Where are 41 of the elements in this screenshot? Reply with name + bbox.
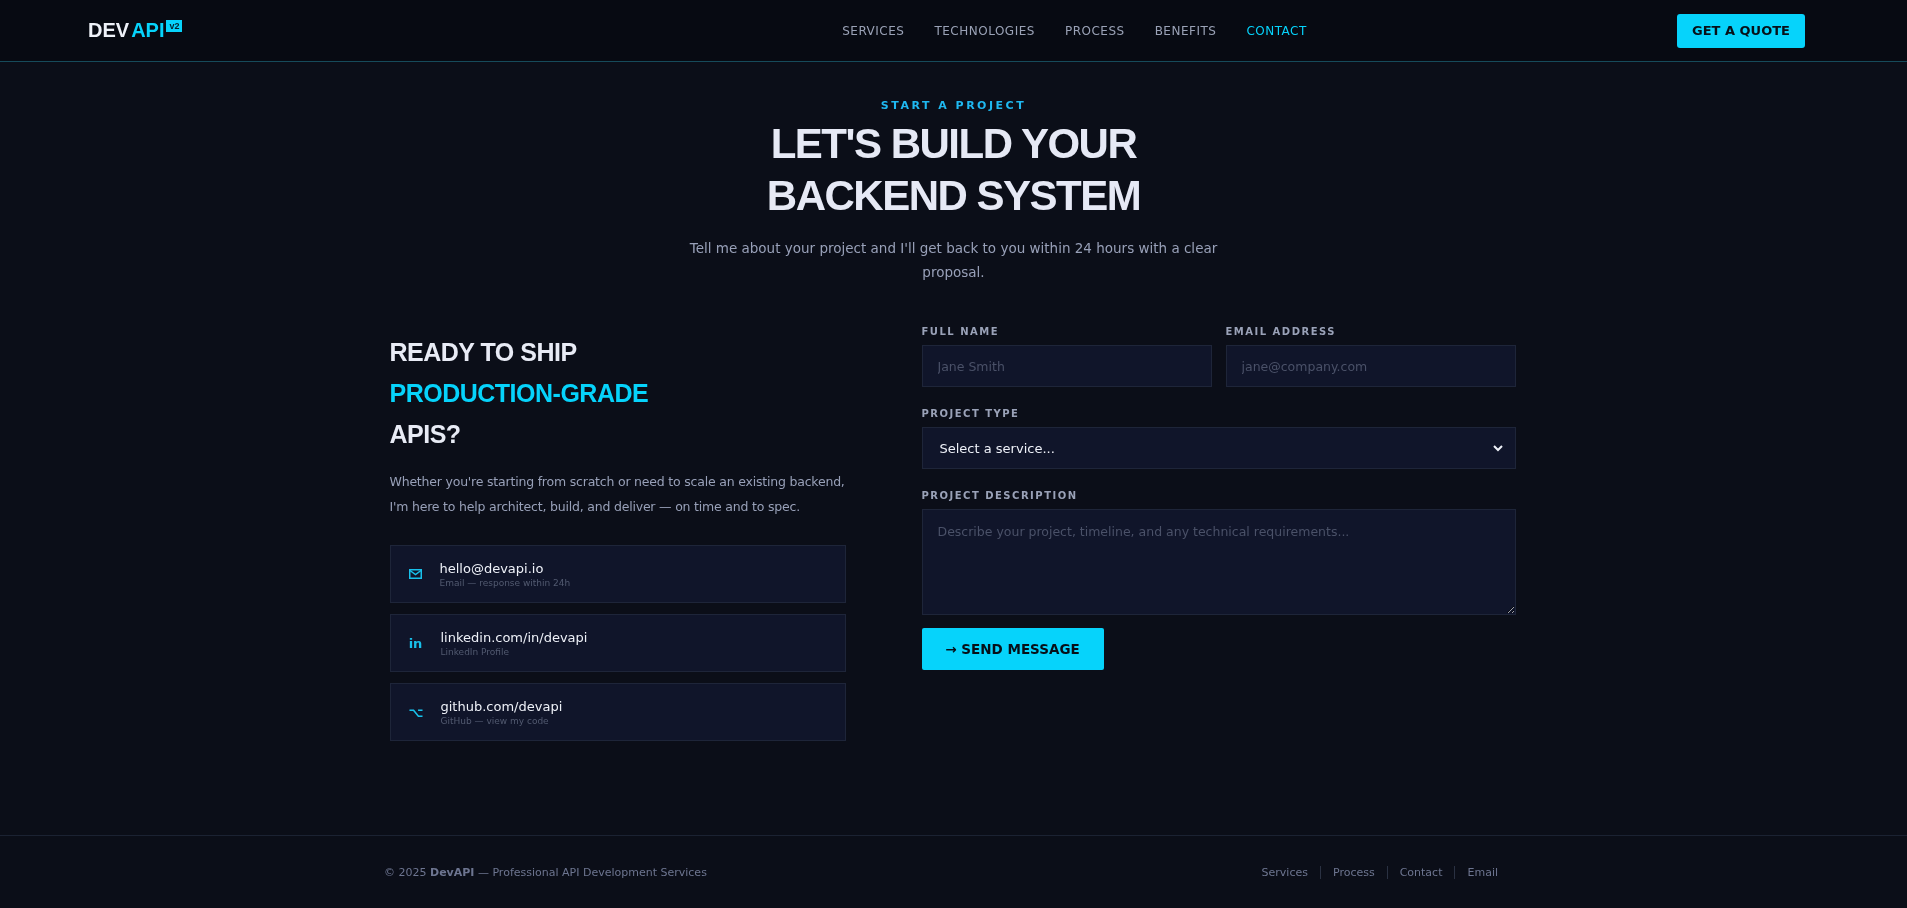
- copyright-text: © 2025 DevAPI — Professional API Development Services: [384, 865, 707, 879]
- field-label: EMAIL ADDRESS: [1225, 326, 1337, 337]
- nav-link[interactable]: BENEFITS: [1154, 23, 1217, 38]
- heading-line: APIS?: [389, 419, 462, 450]
- mail-icon: [408, 569, 422, 579]
- section-subtitle: Tell me about your project and I'll get back to you within 24 hours with a clear proposal.: [688, 239, 1219, 282]
- footer-link[interactable]: Email: [1454, 865, 1510, 879]
- linkedin-icon: in: [408, 635, 423, 651]
- nav-link[interactable]: PROCESS: [1064, 23, 1125, 38]
- name-field[interactable]: Jane Smith: [921, 345, 1212, 387]
- project-type-select[interactable]: Select a service...: [921, 427, 1516, 469]
- option-key-icon: ⌥: [408, 704, 423, 720]
- nav-link[interactable]: CONTACT: [1246, 23, 1307, 38]
- heading-line: READY TO SHIP: [389, 337, 578, 368]
- contact-value: linkedin.com/in/devapi: [440, 629, 588, 645]
- contact-card[interactable]: hello@devapi.io Email — response within 24h: [389, 545, 846, 603]
- nav-link[interactable]: TECHNOLOGIES: [934, 23, 1035, 38]
- heading-line: PRODUCTION-GRADE: [389, 378, 650, 409]
- section-eyebrow: START A PROJECT: [880, 99, 1027, 112]
- contact-caption: Email — response within 24h: [439, 577, 571, 588]
- intro-text: Whether you're starting from scratch or need to scale an existing backend, I'm here to help architect, build, and deliver — on time and to spec.: [389, 473, 846, 516]
- contact-caption: GitHub — view my code: [440, 715, 550, 726]
- nav-link[interactable]: SERVICES: [842, 23, 905, 38]
- field-label: FULL NAME: [921, 326, 1001, 337]
- description-field[interactable]: Describe your project, timeline, and any technical requirements...: [921, 509, 1516, 615]
- section-title: LET'S BUILD YOUR BACKEND SYSTEM: [766, 119, 1141, 221]
- field-label: PROJECT DESCRIPTION: [921, 490, 1079, 501]
- footer-link[interactable]: Contact: [1386, 865, 1455, 879]
- send-message-button[interactable]: → SEND MESSAGE: [921, 628, 1104, 670]
- footer-link[interactable]: Services: [1249, 865, 1320, 879]
- contact-value: hello@devapi.io: [439, 560, 545, 576]
- contact-card[interactable]: ⌥ github.com/devapi GitHub — view my code: [389, 683, 846, 741]
- field-label: PROJECT TYPE: [921, 408, 1021, 419]
- contact-value: github.com/devapi: [440, 698, 563, 714]
- logo[interactable]: DEVAPI v2: [88, 19, 508, 42]
- contact-caption: LinkedIn Profile: [440, 646, 511, 657]
- get-quote-button[interactable]: GET A QUOTE: [1677, 13, 1805, 48]
- contact-card[interactable]: in linkedin.com/in/devapi LinkedIn Profile: [389, 614, 846, 672]
- footer-link[interactable]: Process: [1319, 865, 1387, 879]
- email-field[interactable]: jane@company.com: [1225, 345, 1516, 387]
- chevron-down-icon: [1492, 444, 1503, 452]
